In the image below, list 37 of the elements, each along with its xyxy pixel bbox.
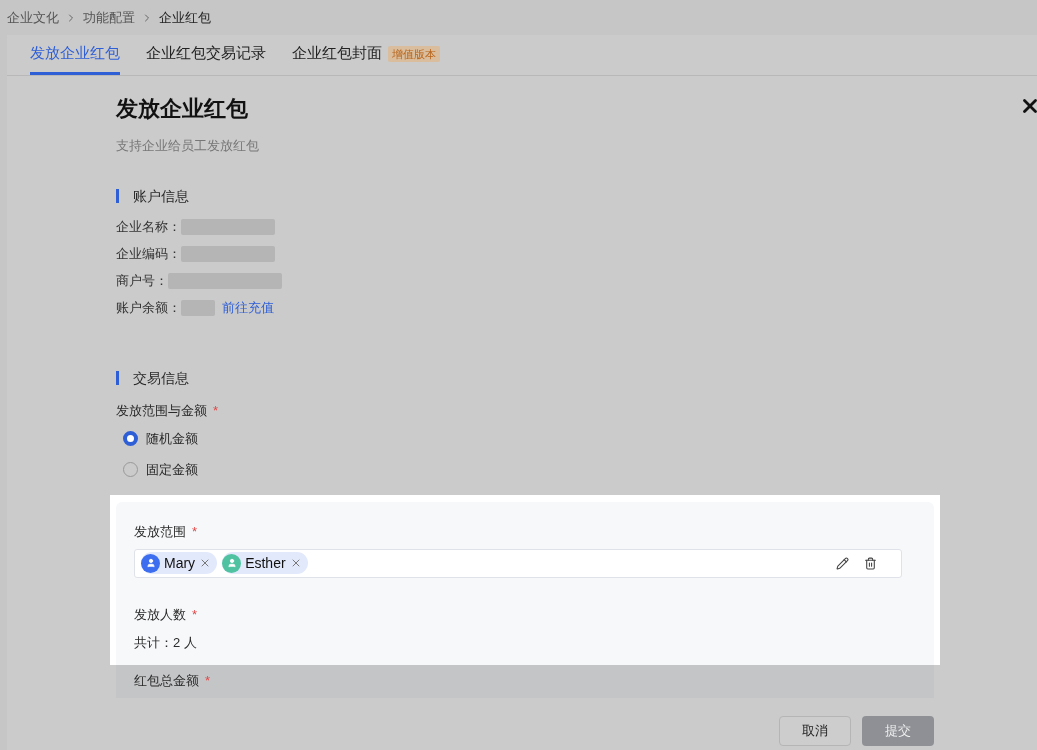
breadcrumb-item[interactable]: 功能配置 [83, 7, 135, 28]
recipient-name: Esther [245, 553, 286, 573]
field-label: 账户余额： [116, 299, 181, 318]
required-mark: * [192, 605, 198, 624]
radio-label: 随机金额 [146, 429, 198, 448]
recipient-count: 共计：2 人 [134, 634, 198, 652]
recipient-field[interactable]: Mary Esther [134, 548, 902, 578]
tab[interactable]: 企业红包封面 [292, 35, 382, 75]
required-mark: * [213, 401, 219, 420]
delete-icon[interactable] [864, 556, 877, 570]
recipient-name: Mary [164, 553, 196, 573]
recharge-link[interactable]: 前往充值 [222, 298, 274, 318]
field-label: 发放范围与金额 [116, 401, 207, 420]
premium-badge: 增值版本 [388, 45, 440, 63]
breadcrumb-item[interactable]: 企业文化 [7, 7, 59, 28]
field-label: 商户号： [116, 272, 168, 291]
cancel-button[interactable]: 取消 [779, 715, 851, 746]
tab[interactable]: 企业红包交易记录 [146, 35, 266, 75]
field-label: 发放范围 [134, 523, 186, 541]
edit-icon[interactable] [836, 556, 849, 570]
required-mark: * [205, 672, 211, 691]
radio-button[interactable] [123, 462, 138, 477]
required-mark: * [192, 523, 198, 541]
field-label: 企业编码： [116, 245, 181, 264]
section-heading: 交易信息 [133, 368, 189, 388]
tab[interactable]: 发放企业红包 [30, 35, 120, 75]
field-label: 红包总金额 [134, 672, 199, 691]
section-heading: 账户信息 [133, 186, 189, 206]
field-label: 发放人数 [134, 605, 186, 624]
page-subtitle: 支持企业给员工发放红包 [116, 137, 260, 155]
section-marker [116, 189, 119, 203]
field-label: 企业名称： [116, 218, 181, 237]
section-marker [116, 371, 119, 385]
page-title: 发放企业红包 [116, 95, 248, 123]
radio-label: 固定金额 [146, 460, 198, 479]
radio-button[interactable] [123, 431, 138, 446]
breadcrumb-item: 企业红包 [159, 8, 211, 27]
